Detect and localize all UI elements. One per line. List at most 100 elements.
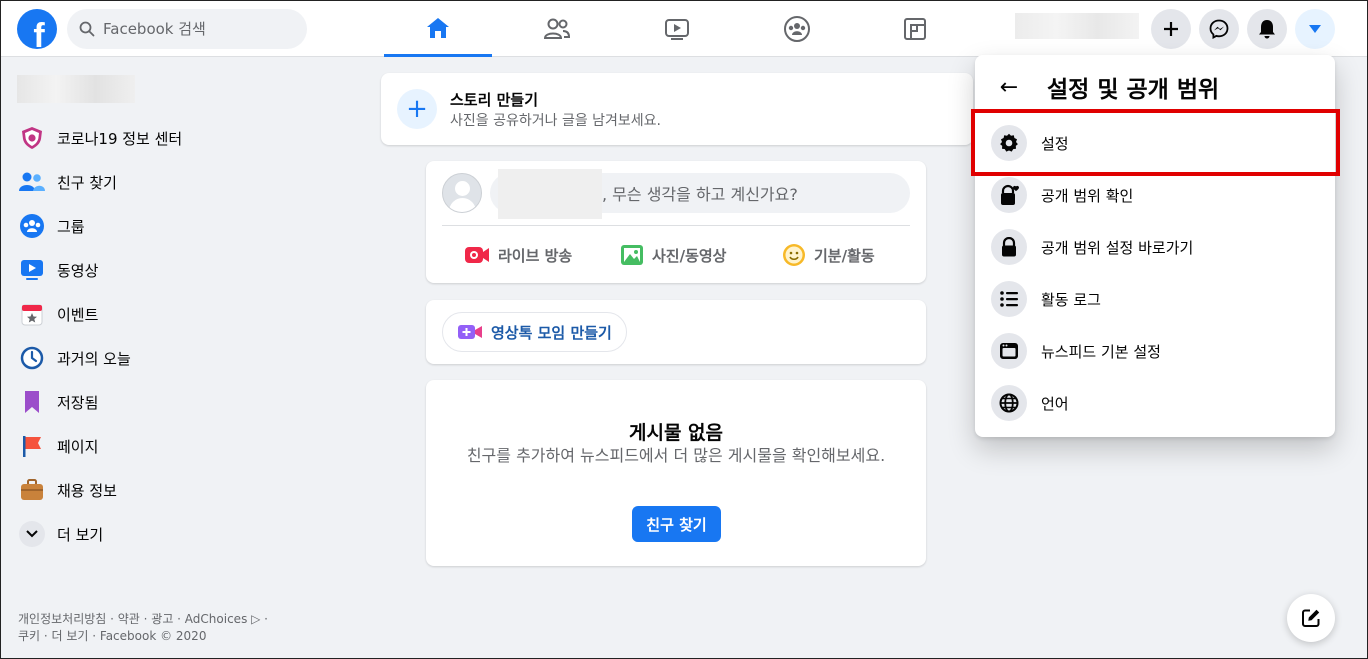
facebook-logo[interactable]: f (17, 9, 57, 49)
sidebar-item-label: 페이지 (57, 437, 99, 456)
menu-item-label: 공개 범위 확인 (1041, 186, 1134, 205)
home-icon (427, 17, 449, 38)
no-posts-card: 게시물 없음 친구를 추가하여 뉴스피드에서 더 많은 게시물을 확인해보세요.… (426, 380, 926, 566)
notifications-button[interactable] (1247, 9, 1287, 49)
footer-line-1[interactable]: 개인정보처리방침 · 약관 · 광고 · AdChoices ▷ · (18, 611, 318, 628)
no-posts-description: 친구를 추가하여 뉴스피드에서 더 많은 게시물을 확인해보세요. (466, 446, 886, 465)
sidebar-footer-links[interactable]: 개인정보처리방침 · 약관 · 광고 · AdChoices ▷ · 쿠키 · … (18, 611, 318, 645)
menu-item-privacy-shortcuts[interactable]: 공개 범위 설정 바로가기 (991, 225, 1319, 269)
groups-icon (19, 213, 45, 239)
create-room-card: 영상톡 모임 만들기 (426, 300, 926, 364)
sidebar-item-memories[interactable]: 과거의 오늘 (19, 342, 131, 374)
account-menu-button[interactable] (1295, 9, 1335, 49)
whats-on-your-mind-input[interactable]: , 무슨 생각을 하고 계신가요? (490, 169, 910, 219)
new-message-button[interactable] (1287, 594, 1335, 642)
user-name-redacted (498, 169, 602, 219)
watch-icon (665, 19, 689, 40)
sidebar-item-see-more[interactable]: 더 보기 (19, 518, 103, 550)
story-subtitle: 사진을 공유하거나 글을 남겨보세요. (450, 113, 661, 129)
calendar-icon (19, 301, 45, 327)
list-icon (991, 281, 1027, 317)
sidebar-item-label: 이벤트 (57, 305, 99, 324)
create-story-card[interactable]: + 스토리 만들기 사진을 공유하거나 글을 남겨보세요. (381, 73, 973, 145)
menu-item-label: 활동 로그 (1041, 290, 1101, 309)
story-title: 스토리 만들기 (450, 91, 539, 109)
sidebar-item-video[interactable]: 동영상 (19, 254, 98, 286)
search-box[interactable] (67, 9, 307, 49)
friends-tab-icon (543, 18, 571, 39)
live-video-label: 라이브 방송 (498, 246, 573, 265)
bookmark-icon (19, 389, 45, 415)
find-friends-button[interactable]: 친구 찾기 (632, 506, 721, 542)
story-plus-icon: + (397, 89, 437, 129)
sidebar-item-covid[interactable]: 코로나19 정보 센터 (19, 122, 182, 154)
create-room-button[interactable]: 영상톡 모임 만들기 (442, 312, 627, 352)
search-input[interactable] (103, 20, 283, 38)
feeling-activity-button[interactable]: 기분/활동 (782, 235, 875, 275)
video-icon (19, 257, 45, 283)
sidebar-item-label: 코로나19 정보 센터 (57, 129, 183, 148)
menu-item-label: 언어 (1041, 394, 1069, 413)
avatar[interactable] (442, 173, 482, 213)
composer-prompt: , 무슨 생각을 하고 계신가요? (602, 185, 798, 204)
tab-friends[interactable] (503, 1, 611, 57)
divider (442, 225, 910, 226)
profile-name-redacted[interactable] (1015, 13, 1139, 39)
photo-icon (621, 245, 643, 265)
photo-video-label: 사진/동영상 (652, 246, 727, 265)
friends-icon (19, 169, 45, 195)
video-room-plus-icon (458, 325, 482, 339)
sidebar-item-events[interactable]: 이벤트 (19, 298, 98, 330)
sidebar-item-saved[interactable]: 저장됨 (19, 386, 98, 418)
sidebar-item-label: 동영상 (57, 261, 99, 280)
gaming-icon (904, 18, 926, 40)
footer-line-2[interactable]: 쿠키 · 더 보기 · Facebook © 2020 (18, 628, 318, 645)
menu-item-label: 공개 범위 설정 바로가기 (1041, 238, 1194, 257)
feeling-activity-label: 기분/활동 (814, 246, 875, 265)
messenger-button[interactable] (1199, 9, 1239, 49)
create-button[interactable] (1151, 9, 1191, 49)
back-arrow-icon[interactable]: ← (991, 69, 1027, 105)
flag-icon (19, 433, 45, 459)
sidebar-profile-redacted[interactable] (17, 75, 135, 103)
sidebar-item-label: 채용 정보 (57, 481, 117, 500)
plus-icon (1164, 22, 1178, 36)
briefcase-icon (19, 477, 45, 503)
menu-item-privacy-checkup[interactable]: 공개 범위 확인 (991, 173, 1319, 217)
live-video-icon (465, 247, 489, 263)
sidebar-item-label: 친구 찾기 (57, 173, 117, 192)
sidebar-item-find-friends[interactable]: 친구 찾기 (19, 166, 117, 198)
no-posts-title: 게시물 없음 (628, 422, 723, 444)
smiley-icon (783, 244, 805, 266)
facebook-logo-letter: f (33, 17, 45, 49)
bell-icon (1259, 20, 1275, 39)
chevron-down-icon (19, 521, 45, 547)
tab-gaming[interactable] (861, 1, 969, 57)
feed-icon (991, 333, 1027, 369)
messenger-icon (1209, 19, 1229, 39)
tab-home[interactable] (384, 1, 492, 57)
photo-video-button[interactable]: 사진/동영상 (620, 235, 726, 275)
sidebar-item-label: 과거의 오늘 (57, 349, 131, 368)
covid-shield-icon (19, 125, 45, 151)
sidebar-item-pages[interactable]: 페이지 (19, 430, 98, 462)
caret-down-icon (1309, 25, 1321, 33)
live-video-button[interactable]: 라이브 방송 (464, 235, 572, 275)
menu-item-label: 뉴스피드 기본 설정 (1041, 342, 1161, 361)
search-icon (79, 21, 95, 37)
sidebar-item-label: 저장됨 (57, 393, 99, 412)
groups-tab-icon (784, 16, 810, 42)
sidebar-item-label: 그룹 (57, 217, 85, 236)
post-composer-card: , 무슨 생각을 하고 계신가요? 라이브 방송 사진/동영상 기분/활동 (426, 161, 926, 283)
tab-watch[interactable] (623, 1, 731, 57)
menu-item-news-feed-preferences[interactable]: 뉴스피드 기본 설정 (991, 329, 1319, 373)
compose-edit-icon (1302, 609, 1320, 627)
globe-icon (991, 385, 1027, 421)
sidebar-item-groups[interactable]: 그룹 (19, 210, 85, 242)
top-navigation-bar: f (1, 1, 1367, 57)
lock-icon (991, 229, 1027, 265)
sidebar-item-jobs[interactable]: 채용 정보 (19, 474, 117, 506)
menu-item-language[interactable]: 언어 (991, 381, 1319, 425)
tab-groups[interactable] (743, 1, 851, 57)
menu-item-activity-log[interactable]: 활동 로그 (991, 277, 1319, 321)
